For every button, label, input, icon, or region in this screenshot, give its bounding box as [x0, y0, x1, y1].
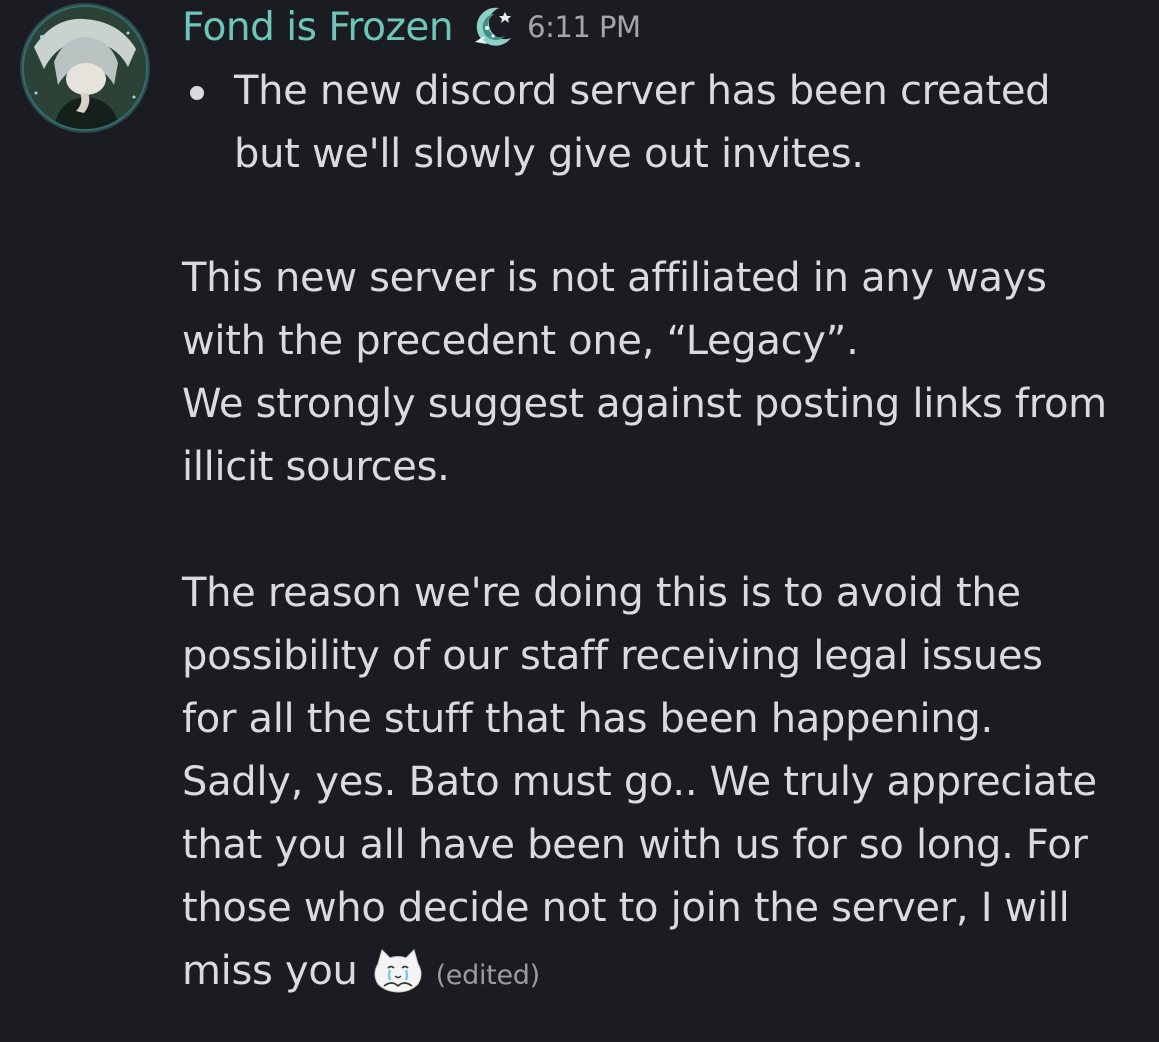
paragraph-line: possibility of our staff receiving legal…	[182, 633, 1043, 679]
message-paragraph-1: This new server is not affiliated in any…	[182, 247, 1142, 499]
paragraph-line: Sadly, yes. Bato must go.. We truly appr…	[182, 759, 1097, 805]
avatar-image	[24, 7, 146, 129]
paragraph-last-line: miss you (edited)	[182, 940, 1142, 1007]
paragraph-line: This new server is not affiliated in any…	[182, 255, 1047, 301]
message-timestamp: 6:11 PM	[527, 10, 641, 44]
user-avatar[interactable]	[24, 7, 146, 129]
paragraph-line: those who decide not to join the server,…	[182, 885, 1070, 931]
edited-label: (edited)	[435, 960, 541, 991]
message-divider	[0, 1036, 1159, 1042]
paragraph-line: that you all have been with us for so lo…	[182, 822, 1088, 868]
paragraph-line: The reason we're doing this is to avoid …	[182, 570, 1021, 616]
bullet-icon	[190, 86, 204, 100]
paragraph-line: with the precedent one, “Legacy”.	[182, 318, 859, 364]
list-item: The new discord server has been created …	[182, 60, 1102, 186]
crying-cat-emoji[interactable]	[370, 946, 426, 996]
paragraph-line-text: miss you	[182, 948, 358, 994]
bullet-list: The new discord server has been created …	[182, 60, 1102, 186]
paragraph-line: illicit sources.	[182, 444, 450, 490]
message-paragraph-2: The reason we're doing this is to avoid …	[182, 562, 1142, 1007]
username[interactable]: Fond is Frozen	[182, 5, 454, 50]
bullet-line: The new discord server has been created	[234, 68, 1051, 114]
paragraph-line: for all the stuff that has been happenin…	[182, 696, 993, 742]
bullet-line: but we'll slowly give out invites.	[234, 131, 864, 177]
moon-badge-icon[interactable]	[469, 4, 515, 50]
paragraph-line: We strongly suggest against posting link…	[182, 381, 1107, 427]
message-header: Fond is Frozen 6:11 PM	[182, 0, 641, 54]
